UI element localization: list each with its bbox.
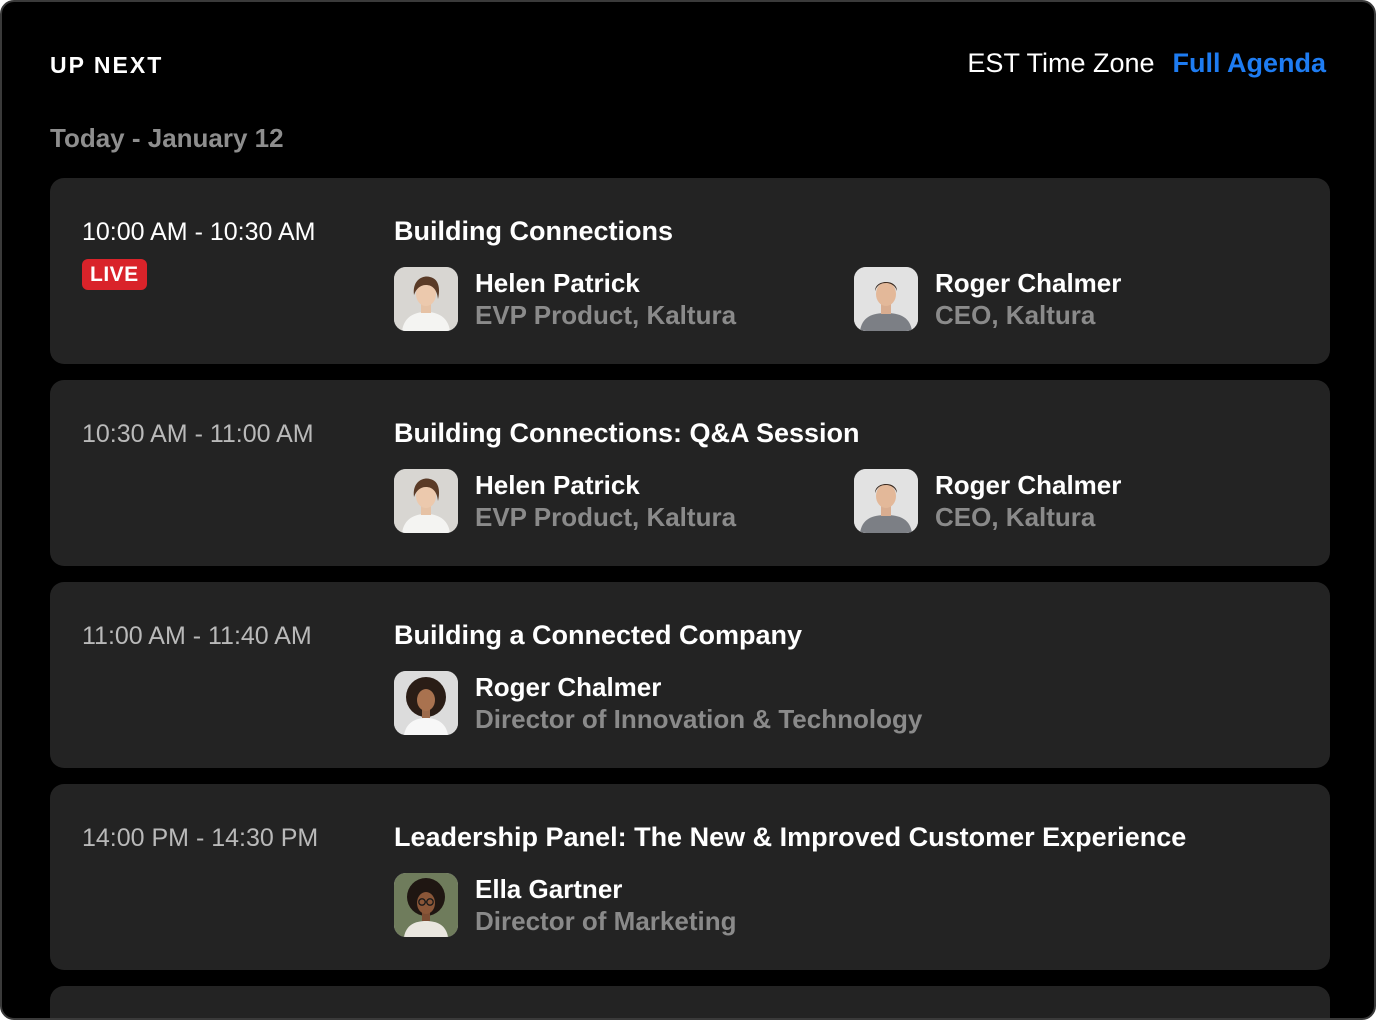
session-time: 11:00 AM - 11:40 AM <box>82 622 312 650</box>
woman-curly-portrait-icon <box>394 671 458 735</box>
man-portrait-icon <box>854 469 918 533</box>
speaker-name: Roger Chalmer <box>935 268 1122 298</box>
session-time: 10:30 AM - 11:00 AM <box>82 420 314 448</box>
speaker[interactable]: Roger Chalmer CEO, Kaltura <box>854 469 1121 533</box>
date-heading: Today - January 12 <box>50 123 284 153</box>
speaker-name: Roger Chalmer <box>475 672 662 702</box>
session-title: Building a Connected Company <box>394 620 803 650</box>
speaker-name: Ella Gartner <box>475 874 623 904</box>
header-controls: EST Time Zone Full Agenda <box>967 48 1326 79</box>
woman-portrait-icon <box>394 469 458 533</box>
speaker[interactable]: Roger Chalmer Director of Innovation & T… <box>394 671 922 735</box>
speaker-name: Helen Patrick <box>475 268 640 298</box>
speaker-role: EVP Product, Kaltura <box>475 502 737 532</box>
speaker[interactable]: Helen Patrick EVP Product, Kaltura <box>394 469 736 533</box>
section-title: UP NEXT <box>50 52 164 78</box>
speaker-name: Helen Patrick <box>475 470 640 500</box>
live-badge: LIVE <box>82 259 147 290</box>
session-title: Building Connections <box>394 216 673 246</box>
session-title: Building Connections: Q&A Session <box>394 418 860 448</box>
session-card[interactable]: 11:00 AM - 11:40 AM Building a Connected… <box>50 582 1330 768</box>
speaker-role: Director of Marketing <box>475 906 737 936</box>
woman-portrait-icon <box>394 267 458 331</box>
agenda-panel: UP NEXT EST Time Zone Full Agenda Today … <box>0 0 1376 1020</box>
session-list: 10:00 AM - 10:30 AM LIVE Building Connec… <box>50 178 1330 1018</box>
speaker-role: CEO, Kaltura <box>935 300 1096 330</box>
man-portrait-icon <box>854 267 918 331</box>
timezone-label: EST Time Zone <box>967 48 1155 78</box>
session-title: Leadership Panel: The New & Improved Cus… <box>394 822 1187 852</box>
speaker-name: Roger Chalmer <box>935 470 1122 500</box>
speaker[interactable]: Roger Chalmer CEO, Kaltura <box>854 267 1121 331</box>
speaker-role: CEO, Kaltura <box>935 502 1096 532</box>
session-time: 14:00 PM - 14:30 PM <box>82 824 319 852</box>
session-card[interactable]: 14:00 PM - 14:30 PM Leadership Panel: Th… <box>50 784 1330 970</box>
woman-glasses-portrait-icon <box>394 873 458 937</box>
session-card[interactable]: 10:00 AM - 10:30 AM LIVE Building Connec… <box>50 178 1330 364</box>
session-time: 10:00 AM - 10:30 AM <box>82 218 316 246</box>
full-agenda-link[interactable]: Full Agenda <box>1173 48 1327 79</box>
speaker-role: EVP Product, Kaltura <box>475 300 737 330</box>
session-card[interactable]: 10:30 AM - 11:00 AM Building Connections… <box>50 380 1330 566</box>
speaker-role: Director of Innovation & Technology <box>475 704 923 734</box>
speaker[interactable]: Ella Gartner Director of Marketing <box>394 873 737 937</box>
speaker[interactable]: Helen Patrick EVP Product, Kaltura <box>394 267 736 331</box>
session-card[interactable] <box>50 986 1330 1018</box>
